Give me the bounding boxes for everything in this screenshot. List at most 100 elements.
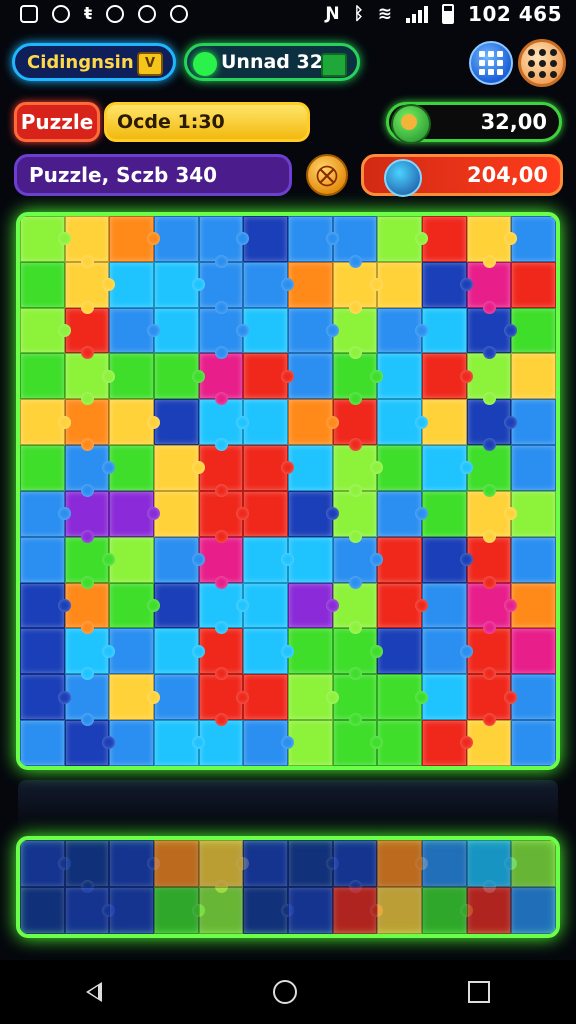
back-icon[interactable] — [85, 982, 102, 1002]
puzzle-piece[interactable] — [20, 261, 65, 308]
puzzle-piece[interactable] — [20, 307, 71, 354]
puzzle-piece[interactable] — [332, 216, 378, 268]
puzzle-piece[interactable] — [466, 399, 517, 451]
puzzle-piece[interactable] — [243, 536, 294, 583]
puzzle-piece[interactable] — [511, 628, 556, 675]
puzzle-piece[interactable] — [466, 720, 512, 766]
puzzle-piece[interactable] — [466, 490, 517, 543]
puzzle-piece[interactable] — [243, 720, 294, 766]
puzzle-piece[interactable] — [198, 720, 244, 766]
puzzle-piece[interactable] — [64, 261, 115, 314]
puzzle-piece[interactable] — [109, 216, 160, 262]
puzzle-piece[interactable] — [64, 674, 110, 726]
tray-piece[interactable] — [511, 887, 556, 934]
puzzle-piece[interactable] — [511, 490, 556, 537]
tray-piece[interactable] — [109, 840, 160, 887]
puzzle-piece[interactable] — [511, 399, 556, 446]
puzzle-piece[interactable] — [288, 674, 339, 721]
puzzle-piece[interactable] — [466, 307, 517, 360]
puzzle-piece[interactable] — [243, 582, 288, 629]
puzzle-piece[interactable] — [243, 216, 288, 262]
puzzle-piece[interactable] — [20, 216, 71, 262]
puzzle-piece[interactable] — [198, 216, 249, 268]
puzzle-piece[interactable] — [64, 216, 110, 268]
puzzle-piece[interactable] — [422, 261, 473, 308]
puzzle-piece[interactable] — [511, 307, 556, 354]
puzzle-piece[interactable] — [511, 445, 556, 491]
puzzle-piece[interactable] — [422, 720, 473, 766]
puzzle-piece[interactable] — [511, 720, 556, 766]
puzzle-piece[interactable] — [422, 399, 467, 446]
puzzle-piece[interactable] — [422, 353, 473, 400]
grid-button[interactable] — [469, 41, 513, 85]
puzzle-piece[interactable] — [20, 353, 65, 400]
tray-piece[interactable] — [511, 840, 556, 887]
puzzle-piece[interactable] — [243, 353, 294, 400]
tray-piece[interactable] — [198, 840, 249, 893]
puzzle-piece[interactable] — [288, 490, 339, 537]
puzzle-piece[interactable] — [109, 445, 154, 491]
puzzle-piece[interactable] — [64, 353, 115, 406]
tray-piece[interactable] — [288, 840, 339, 887]
puzzle-piece[interactable] — [198, 628, 244, 681]
puzzle-piece[interactable] — [422, 445, 473, 491]
puzzle-piece[interactable] — [20, 628, 65, 675]
puzzle-piece[interactable] — [422, 216, 467, 262]
puzzle-piece[interactable] — [422, 307, 467, 354]
puzzle-piece[interactable] — [288, 445, 333, 491]
puzzle-piece[interactable] — [109, 582, 160, 629]
puzzle-piece[interactable] — [377, 490, 428, 537]
puzzle-piece[interactable] — [154, 307, 199, 354]
puzzle-piece[interactable] — [154, 536, 205, 583]
puzzle-piece[interactable] — [332, 307, 378, 360]
puzzle-piece[interactable] — [466, 216, 517, 268]
tray-piece[interactable] — [377, 887, 422, 934]
puzzle-piece[interactable] — [154, 445, 205, 491]
puzzle-piece[interactable] — [511, 216, 556, 262]
puzzle-piece[interactable] — [198, 353, 244, 406]
puzzle-piece[interactable] — [109, 490, 160, 537]
tray-piece[interactable] — [377, 840, 428, 887]
puzzle-piece[interactable] — [243, 628, 294, 675]
puzzle-piece[interactable] — [64, 582, 110, 635]
puzzle-piece[interactable] — [377, 536, 422, 583]
puzzle-piece[interactable] — [64, 628, 115, 681]
puzzle-piece[interactable] — [288, 628, 333, 675]
puzzle-piece[interactable] — [332, 353, 383, 406]
puzzle-piece[interactable] — [109, 674, 160, 721]
puzzle-piece[interactable] — [466, 353, 512, 406]
puzzle-piece[interactable] — [154, 261, 205, 308]
puzzle-piece[interactable] — [511, 536, 556, 583]
puzzle-piece[interactable] — [422, 628, 473, 675]
tray-piece[interactable] — [20, 887, 65, 934]
puzzle-piece[interactable] — [154, 674, 199, 721]
puzzle-piece[interactable] — [466, 674, 517, 726]
puzzle-piece[interactable] — [466, 536, 512, 589]
recent-apps-icon[interactable] — [468, 981, 491, 1003]
puzzle-piece[interactable] — [20, 490, 71, 537]
puzzle-piece[interactable] — [377, 582, 428, 629]
puzzle-piece[interactable] — [332, 445, 383, 497]
mode-tag[interactable]: Puzzle — [14, 102, 100, 142]
tray-piece[interactable] — [422, 840, 467, 887]
tray-piece[interactable] — [243, 840, 288, 887]
puzzle-piece[interactable] — [377, 261, 422, 308]
coin-button[interactable]: ⛒ — [306, 154, 348, 196]
puzzle-piece[interactable] — [109, 628, 154, 675]
puzzle-piece[interactable] — [109, 307, 160, 354]
puzzle-piece[interactable] — [109, 261, 154, 308]
puzzle-piece[interactable] — [377, 353, 422, 400]
puzzle-piece[interactable] — [422, 490, 467, 537]
puzzle-piece[interactable] — [198, 582, 249, 635]
puzzle-piece[interactable] — [377, 674, 428, 721]
puzzle-piece[interactable] — [154, 353, 205, 400]
puzzle-piece[interactable] — [198, 307, 249, 360]
puzzle-piece[interactable] — [377, 216, 428, 262]
puzzle-piece[interactable] — [64, 307, 110, 360]
puzzle-piece[interactable] — [377, 307, 428, 354]
puzzle-piece[interactable] — [288, 216, 339, 262]
puzzle-piece[interactable] — [154, 399, 199, 446]
puzzle-piece[interactable] — [377, 720, 422, 766]
puzzle-board[interactable] — [16, 212, 560, 770]
tray-piece[interactable] — [64, 840, 110, 893]
